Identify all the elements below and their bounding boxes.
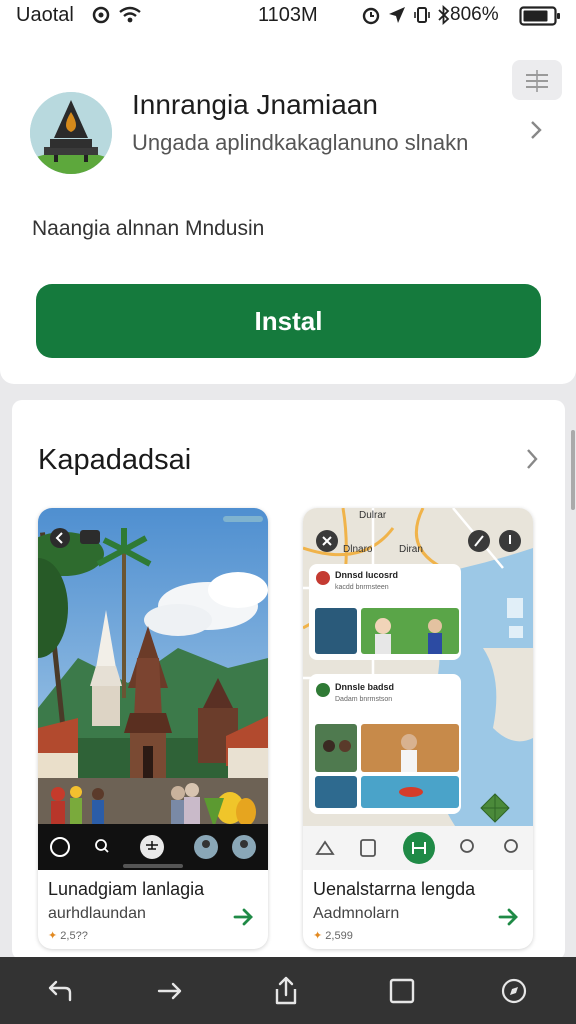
map-post-line: Dadam bnrmstson: [335, 696, 392, 703]
tabs-icon: [389, 978, 415, 1004]
app-header-card: Innrangia Jnamiaan Ungada aplindkakaglan…: [0, 32, 576, 384]
app-description: Naangia alnnan Mndusin: [32, 217, 265, 240]
battery-icon: [519, 6, 560, 26]
app-icon: [30, 92, 112, 174]
back-icon: [48, 980, 72, 1002]
wifi-icon: [119, 6, 141, 23]
chevron-right-icon[interactable]: [528, 118, 544, 142]
map-chip-label: Dulrar: [359, 510, 387, 521]
sync-icon: [92, 6, 110, 24]
bottom-navigation-bar: [0, 957, 576, 1024]
screenshots-section: Kapadadsai Lunadgiam lanlagia aurhdlaund…: [12, 400, 565, 960]
temple-logo-icon: [30, 92, 112, 174]
map-post-title: Dnnsle badsd: [335, 682, 394, 692]
star-icon: ✦: [313, 930, 323, 942]
forward-button[interactable]: [152, 973, 188, 1009]
clock: 1103M: [258, 4, 318, 26]
app-title: Innrangia Jnamiaan: [132, 89, 378, 120]
compass-icon: [501, 978, 527, 1004]
tabs-button[interactable]: [384, 973, 420, 1009]
card-subtitle: Aadmnolarn: [313, 905, 400, 922]
chevron-right-icon[interactable]: [524, 446, 540, 472]
vibrate-icon: [414, 7, 430, 23]
install-button[interactable]: Instal: [36, 284, 541, 358]
card-meta: ✦ 2,5??: [48, 929, 88, 942]
share-icon: [275, 976, 297, 1005]
map-screenshot-image: Dulrar Dlnaro Diran Dnnsd lucosrd kacdd …: [303, 508, 533, 870]
section-title: Kapadadsai: [38, 444, 192, 476]
screenshot-card-map[interactable]: Dulrar Dlnaro Diran Dnnsd lucosrd kacdd …: [303, 508, 533, 949]
scrollbar[interactable]: [571, 430, 575, 510]
card-subtitle: aurhdlaundan: [48, 905, 146, 922]
card-meta: ✦ 2,599: [313, 929, 353, 942]
map-chip-label: Dlnaro: [343, 544, 373, 555]
carrier-label: Uaotal: [16, 4, 74, 26]
map-post-line: kacdd bnrmsteen: [335, 584, 389, 591]
screenshot-card-temple[interactable]: Lunadgiam lanlagia aurhdlaundan ✦ 2,5??: [38, 508, 268, 949]
arrow-right-icon[interactable]: [497, 906, 521, 928]
map-post-title: Dnnsd lucosrd: [335, 570, 398, 580]
location-icon: [389, 7, 405, 23]
map-chip-label: Diran: [399, 544, 423, 555]
star-icon: ✦: [48, 930, 58, 942]
card-meta-value: 2,5??: [60, 930, 88, 942]
card-title: Uenalstarrna lengda: [313, 879, 476, 899]
arrow-right-icon[interactable]: [232, 906, 256, 928]
bluetooth-icon: [438, 5, 450, 25]
back-button[interactable]: [42, 973, 78, 1009]
status-bar: Uaotal 1103M 806%: [0, 0, 576, 32]
alarm-icon: [362, 7, 380, 25]
compass-button[interactable]: [496, 973, 532, 1009]
app-subtitle: Ungada aplindkakaglanuno slnakn: [132, 130, 469, 155]
filter-button[interactable]: [512, 60, 562, 100]
temple-screenshot-image: [38, 508, 268, 870]
forward-icon: [157, 982, 182, 1000]
battery-percent: 806%: [450, 4, 499, 25]
card-title: Lunadgiam lanlagia: [48, 879, 205, 899]
share-button[interactable]: [268, 973, 304, 1009]
card-meta-value: 2,599: [325, 930, 353, 942]
filter-icon: [526, 70, 548, 92]
